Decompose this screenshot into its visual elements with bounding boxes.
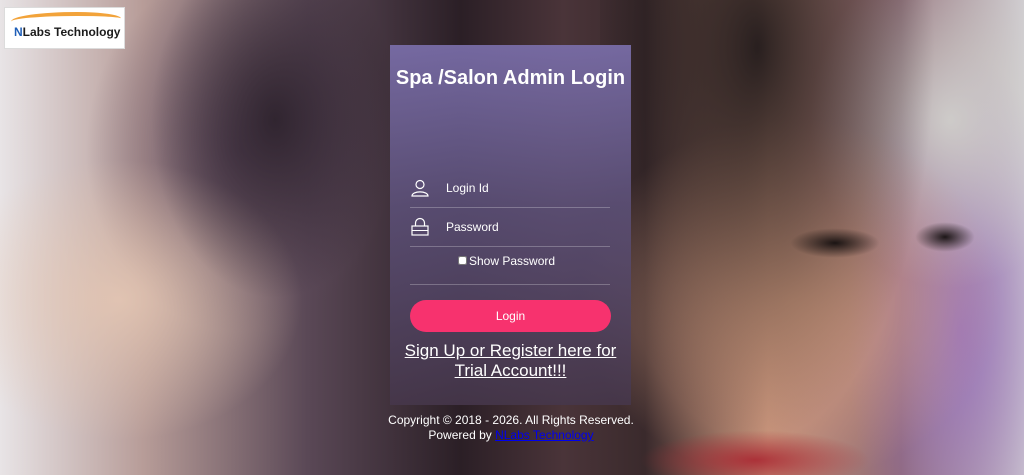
login-panel: Spa /Salon Admin Login Show Password Log… — [390, 45, 631, 405]
password-field — [410, 207, 610, 247]
background-shade — [150, 0, 400, 300]
background-shade — [915, 222, 975, 252]
lock-icon — [411, 217, 429, 236]
footer: Copyright © 2018 - 2026. All Rights Rese… — [380, 413, 642, 443]
background-shade — [790, 228, 880, 258]
brand-logo: NLabs Technology — [4, 7, 125, 49]
show-password-checkbox[interactable] — [458, 256, 467, 265]
page-title: Spa /Salon Admin Login — [395, 67, 626, 89]
login-id-input[interactable] — [444, 176, 608, 200]
signup-link[interactable]: Sign Up or Register here for Trial Accou… — [390, 341, 631, 381]
background-photo: NLabs Technology Spa /Salon Admin Login … — [0, 0, 1024, 475]
password-input[interactable] — [444, 215, 608, 239]
show-password-option[interactable]: Show Password — [458, 254, 555, 268]
divider — [410, 284, 610, 285]
logo-text: NLabs Technology — [14, 25, 121, 39]
login-button[interactable]: Login — [410, 300, 611, 332]
background-shade — [600, 0, 950, 475]
login-id-field — [410, 168, 610, 208]
user-icon — [411, 179, 429, 197]
company-link[interactable]: NLabs Technology — [495, 428, 594, 442]
show-password-label: Show Password — [469, 254, 556, 268]
